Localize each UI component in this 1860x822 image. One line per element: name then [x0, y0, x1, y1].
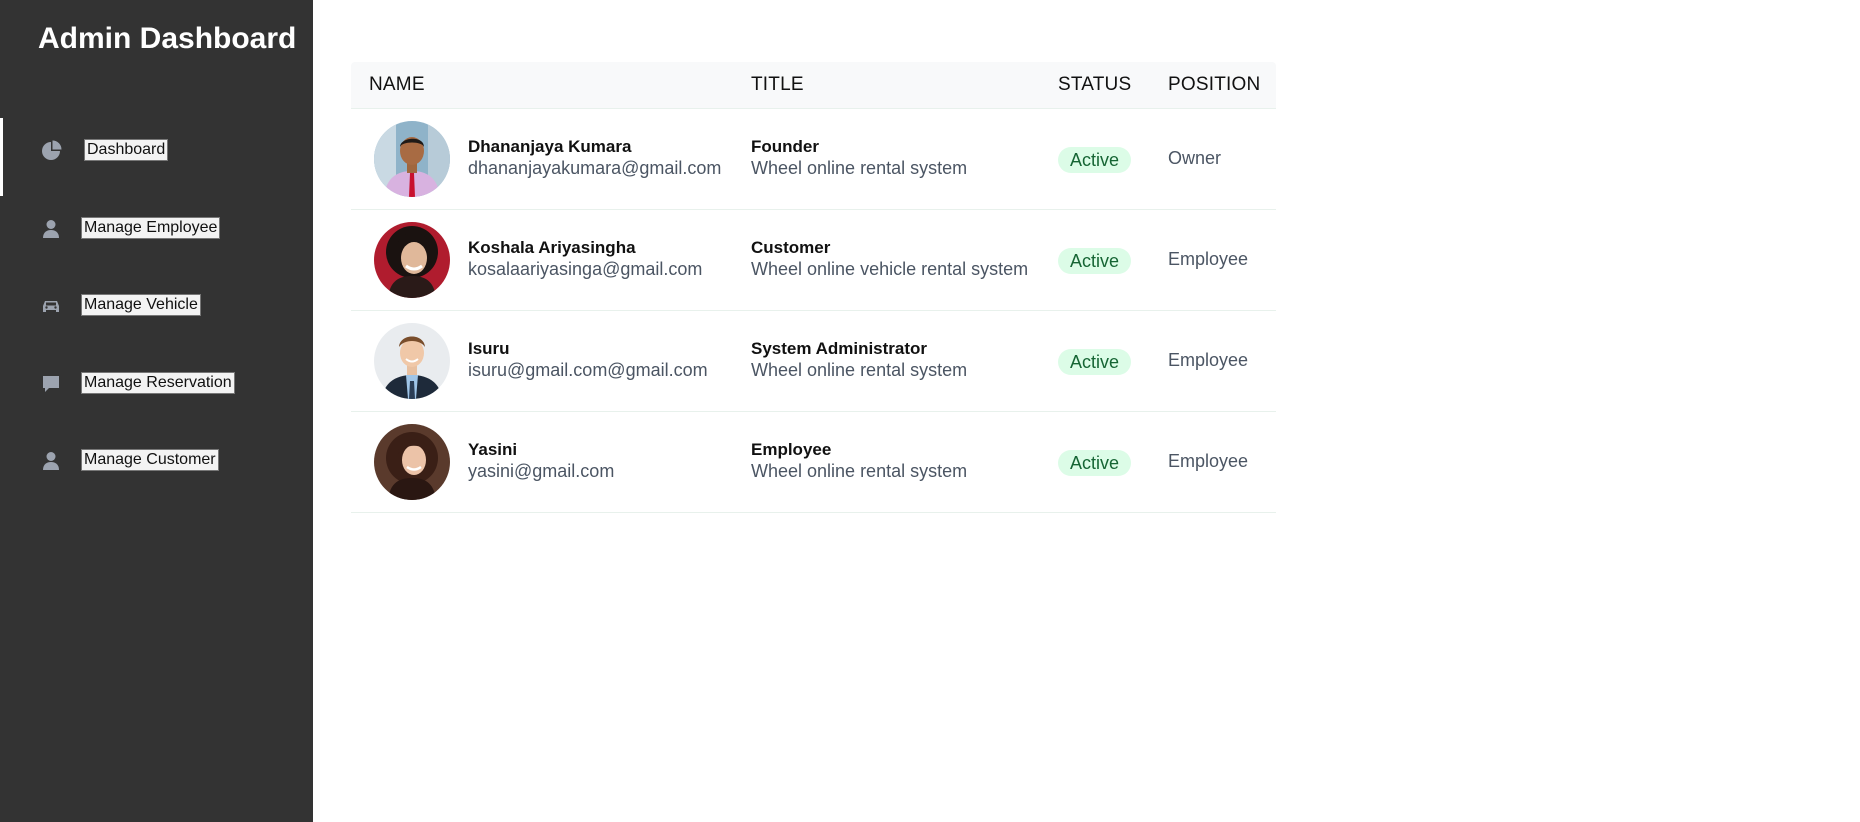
- user-name: Koshala Ariyasingha: [468, 238, 636, 257]
- column-header-name: NAME: [369, 74, 425, 95]
- table-row: Dhananjaya Kumara dhananjayakumara@gmail…: [351, 109, 1276, 210]
- user-email: isuru@gmail.com@gmail.com: [468, 360, 708, 380]
- avatar: [374, 121, 450, 197]
- sidebar-item-label: Manage Customer: [81, 449, 219, 471]
- user-info: Isuru isuru@gmail.com@gmail.com: [468, 339, 708, 381]
- user-icon: [40, 218, 62, 240]
- user-info: Dhananjaya Kumara dhananjayakumara@gmail…: [468, 137, 721, 179]
- title-main: System Administrator: [751, 339, 928, 358]
- user-position: Owner: [1168, 148, 1222, 168]
- table-row: Isuru isuru@gmail.com@gmail.com System A…: [351, 311, 1276, 412]
- avatar: [374, 424, 450, 500]
- table-row: Koshala Ariyasingha kosalaariyasinga@gma…: [351, 210, 1276, 311]
- sidebar-item-manage-customer[interactable]: Manage Customer: [0, 439, 313, 483]
- table-header: NAME TITLE STATUS POSITION: [351, 62, 1276, 109]
- sidebar-item-manage-vehicle[interactable]: Manage Vehicle: [0, 284, 313, 328]
- car-icon: [40, 295, 62, 317]
- avatar: [374, 323, 450, 399]
- user-email: kosalaariyasinga@gmail.com: [468, 259, 703, 279]
- status-badge: Active: [1058, 450, 1132, 476]
- table-row: Yasini yasini@gmail.com Employee Wheel o…: [351, 412, 1276, 513]
- user-info: Koshala Ariyasingha kosalaariyasinga@gma…: [468, 238, 702, 280]
- avatar: [374, 222, 450, 298]
- title-main: Founder: [751, 137, 819, 156]
- user-position: Employee: [1168, 451, 1249, 471]
- column-header-title: TITLE: [751, 74, 804, 95]
- sidebar-item-label: Manage Reservation: [81, 372, 235, 394]
- user-title: Employee Wheel online rental system: [751, 440, 967, 482]
- user-email: yasini@gmail.com: [468, 461, 615, 481]
- title-sub: Wheel online rental system: [751, 461, 968, 481]
- user-position: Employee: [1168, 350, 1249, 370]
- title-sub: Wheel online vehicle rental system: [751, 259, 1029, 279]
- user-name: Dhananjaya Kumara: [468, 137, 632, 156]
- pie-chart-icon: [40, 140, 62, 162]
- sidebar-item-manage-employee[interactable]: Manage Employee: [0, 207, 313, 251]
- title-main: Employee: [751, 440, 832, 459]
- app-root: Admin Dashboard Dashboard Manage Employe…: [0, 0, 1860, 822]
- user-email: dhananjayakumara@gmail.com: [468, 158, 722, 178]
- user-title: System Administrator Wheel online rental…: [751, 339, 967, 381]
- title-sub: Wheel online rental system: [751, 360, 968, 380]
- user-title: Founder Wheel online rental system: [751, 137, 967, 179]
- sidebar: Admin Dashboard Dashboard Manage Employe…: [0, 0, 313, 822]
- users-table: NAME TITLE STATUS POSITION Dhananjaya Ku…: [351, 62, 1276, 513]
- comment-icon: [40, 373, 62, 395]
- user-info: Yasini yasini@gmail.com: [468, 440, 614, 482]
- status-badge: Active: [1058, 248, 1132, 274]
- status-badge: Active: [1058, 349, 1132, 375]
- status-badge: Active: [1058, 147, 1132, 173]
- column-header-position: POSITION: [1168, 74, 1261, 95]
- user-name: Yasini: [468, 440, 518, 459]
- user-name: Isuru: [468, 339, 510, 358]
- column-header-status: STATUS: [1058, 74, 1132, 95]
- sidebar-item-label: Dashboard: [84, 139, 169, 161]
- user-title: Customer Wheel online vehicle rental sys…: [751, 238, 1028, 280]
- sidebar-item-label: Manage Employee: [81, 217, 221, 239]
- sidebar-item-label: Manage Vehicle: [81, 294, 201, 316]
- sidebar-item-manage-reservation[interactable]: Manage Reservation: [0, 362, 313, 406]
- user-icon: [40, 450, 62, 472]
- title-sub: Wheel online rental system: [751, 158, 968, 178]
- sidebar-item-dashboard[interactable]: Dashboard: [0, 118, 313, 196]
- user-position: Employee: [1168, 249, 1249, 269]
- app-title: Admin Dashboard: [38, 22, 297, 55]
- title-main: Customer: [751, 238, 831, 257]
